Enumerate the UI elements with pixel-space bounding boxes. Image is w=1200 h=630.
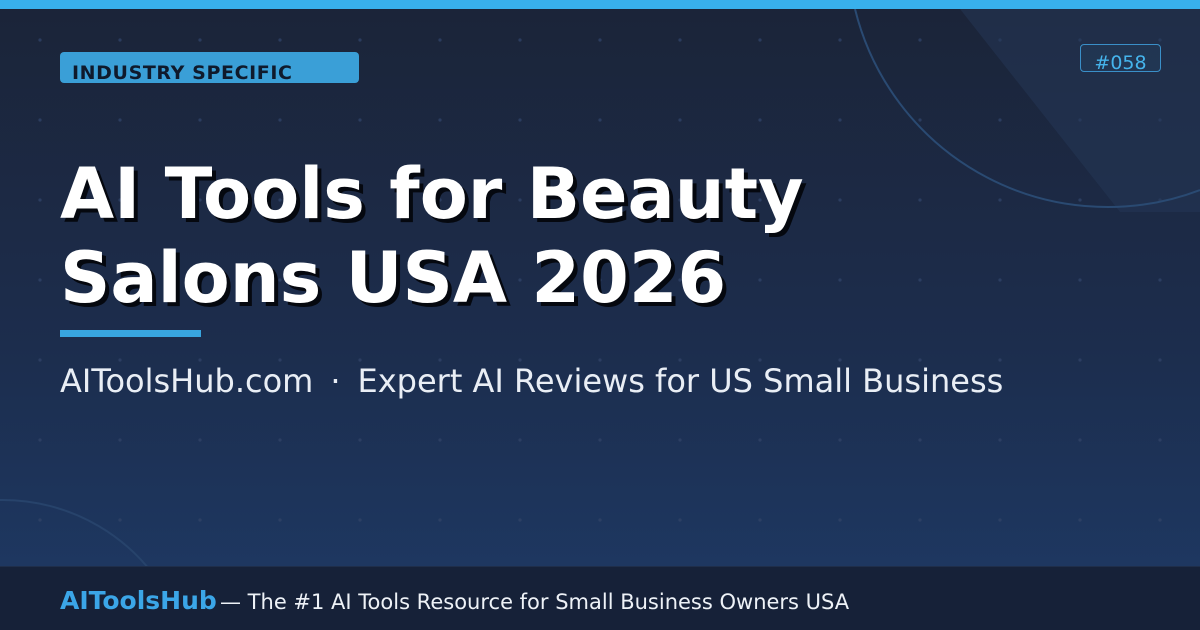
footer-bar: AIToolsHub — The #1 AI Tools Resource fo… (0, 566, 1200, 630)
subtitle-tagline: Expert AI Reviews for US Small Business (357, 362, 1004, 400)
social-card: INDUSTRY SPECIFIC #058 AI Tools for Beau… (0, 0, 1200, 630)
title-line-1: AI Tools for Beauty (60, 153, 804, 235)
subtitle: AIToolsHub.com · Expert AI Reviews for US … (60, 360, 1003, 402)
footer-brand: AIToolsHub (60, 586, 217, 615)
title-line-2: Salons USA 2026 (60, 237, 727, 319)
category-badge: INDUSTRY SPECIFIC (60, 52, 359, 83)
footer-tagline: — The #1 AI Tools Resource for Small Bus… (220, 590, 850, 614)
article-number-tag: #058 (1080, 44, 1161, 72)
title-underline (60, 330, 201, 337)
page-title: AI Tools for Beauty Salons USA 2026 (60, 152, 1060, 320)
site-name: AIToolsHub.com (60, 362, 314, 400)
subtitle-separator: · (330, 362, 341, 400)
accent-top-bar (0, 0, 1200, 9)
